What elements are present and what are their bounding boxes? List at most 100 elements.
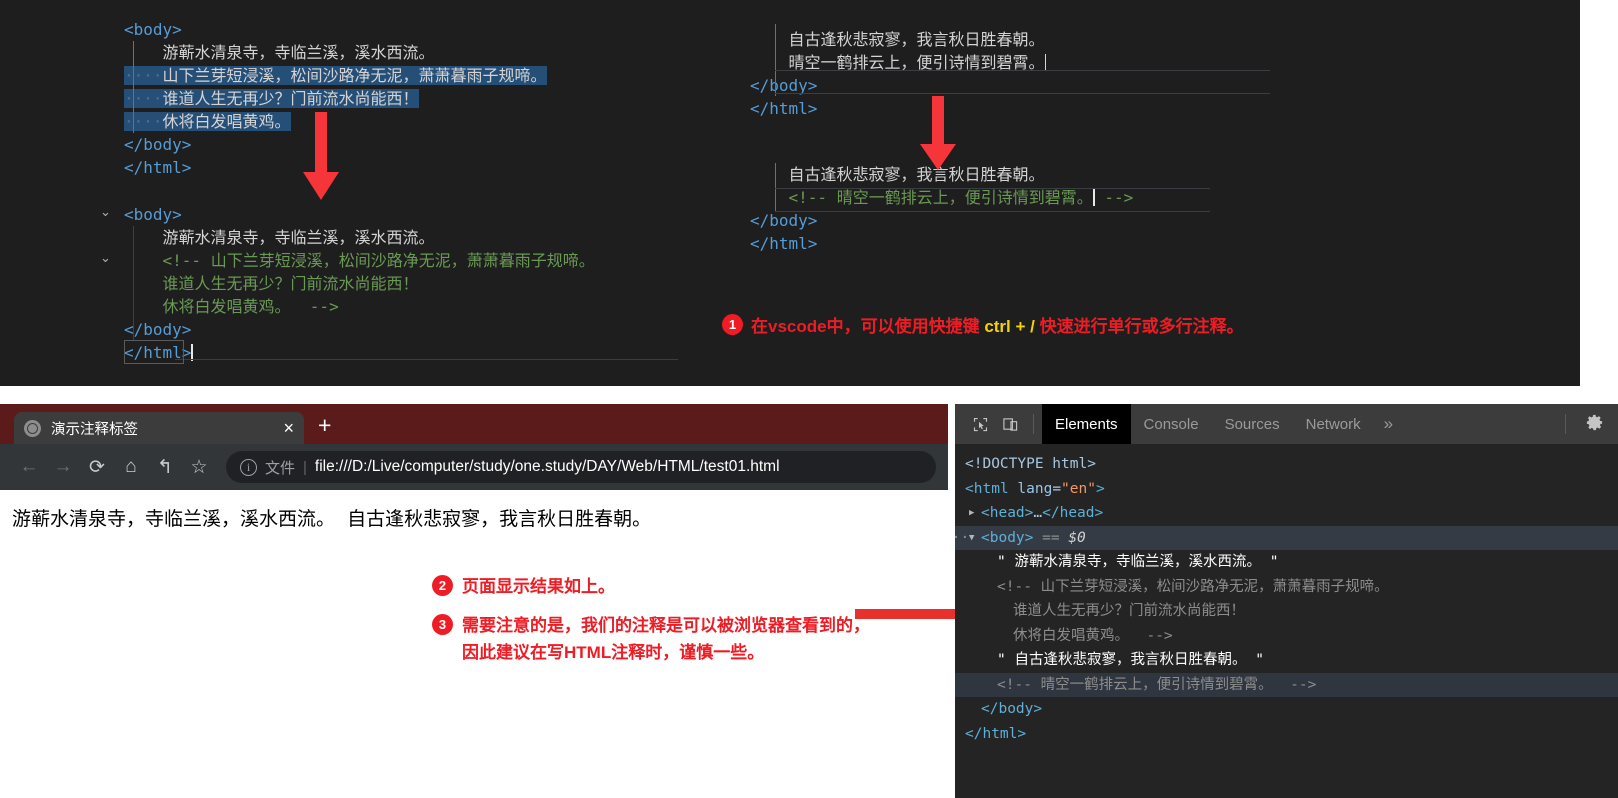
dom-token: </html> (965, 725, 1027, 742)
dom-tree-node[interactable]: ···▼ <body> == $0 (955, 525, 1618, 551)
tab-elements[interactable]: Elements (1042, 404, 1131, 444)
indent-guide (133, 226, 134, 341)
dom-tree-node[interactable]: ▶ <head>…</head> (955, 501, 1618, 526)
toolbar-divider (1033, 414, 1034, 434)
editor-rule (775, 93, 1270, 94)
gear-icon[interactable] (1585, 413, 1604, 437)
dom-token: <html (965, 480, 1018, 497)
editor-block-commented-left[interactable]: <body> 游蕲水清泉寺，寺临兰溪，溪水西流。 <!-- 山下兰芽短浸溪，松间… (124, 203, 595, 364)
annotation-note-3-line2: 因此建议在写HTML注释时，谨慎一些。 (462, 643, 765, 662)
dom-token: " 自古逢秋悲寂寥，我言秋日胜春朝。 " (997, 652, 1264, 668)
collapsed-triangle-icon[interactable]: ▶ (969, 501, 974, 526)
tab-console[interactable]: Console (1131, 404, 1212, 444)
code-editor-panel: <body> 游蕲水清泉寺，寺临兰溪，溪水西流。 ····山下兰芽短浸溪，松间沙路… (0, 0, 1580, 386)
device-toolbar-icon[interactable] (995, 410, 1025, 438)
forward-arrow-icon[interactable]: → (46, 450, 80, 484)
annotation-note-2-text: 页面显示结果如上。 (462, 577, 615, 596)
back-arrow-icon[interactable]: ← (12, 450, 46, 484)
fold-chevron-icon[interactable]: ⌄ (100, 205, 111, 220)
address-bar-scheme-label: 文件 (265, 459, 296, 477)
new-tab-button[interactable]: + (318, 414, 331, 437)
info-circle-icon[interactable]: i (240, 458, 257, 476)
dom-token: lang (1017, 480, 1053, 497)
dom-tree-node[interactable]: </html> (955, 722, 1618, 747)
editor-block-uncommented-right[interactable]: 自古逢秋悲寂寥，我言秋日胜春朝。 晴空一鹤排云上，便引诗情到碧霄。 </body>… (750, 28, 1046, 120)
more-tabs-icon[interactable]: » (1374, 414, 1403, 434)
bookmark-star-icon[interactable]: ☆ (182, 450, 216, 484)
code-line[interactable]: ····谁道人生无再少？门前流水尚能西！ (124, 87, 547, 110)
browser-tab[interactable]: 演示注释标签 × (14, 412, 304, 444)
text-caret (1044, 54, 1046, 71)
dom-tree-node[interactable]: " 游蕲水清泉寺，寺临兰溪，溪水西流。 " (955, 550, 1618, 575)
code-token: 自古逢秋悲寂寥，我言秋日胜春朝。 (750, 165, 1045, 184)
favicon-globe-icon (24, 419, 41, 437)
code-line[interactable]: <!-- 晴空一鹤排云上，便引诗情到碧霄。 --> (750, 186, 1134, 209)
annotation-note-3-line1: 需要注意的是，我们的注释是可以被浏览器查看到的， (462, 616, 870, 635)
home-icon[interactable]: ⌂ (114, 450, 148, 484)
devtools-panel: Elements Console Sources Network » <!DOC… (955, 404, 1618, 798)
dom-tree-node[interactable]: 休将白发唱黄鸡。 --> (955, 624, 1618, 649)
code-token: 自古逢秋悲寂寥，我言秋日胜春朝。 (750, 30, 1045, 49)
inspect-element-icon[interactable] (965, 410, 995, 438)
dom-tree-node[interactable]: <!-- 晴空一鹤排云上，便引诗情到碧霄。 --> (955, 672, 1618, 697)
annotation-note-1-text: 在vscode中，可以使用快捷键 ctrl + / 快速进行单行或多行注释。 (751, 312, 1244, 337)
code-token: </html> (750, 99, 818, 118)
dom-tree-node[interactable]: <!DOCTYPE html> (955, 452, 1618, 477)
code-line[interactable]: ····山下兰芽短浸溪，松间沙路净无泥，萧萧暮雨子规啼。 (124, 64, 547, 87)
code-line[interactable]: </body> (750, 209, 1133, 232)
dom-token: " 游蕲水清泉寺，寺临兰溪，溪水西流。 " (997, 554, 1279, 570)
annotation-note-1-post: 快速进行单行或多行注释。 (1034, 317, 1244, 336)
dom-token: == (1033, 529, 1069, 546)
dom-tree-node[interactable]: " 自古逢秋悲寂寥，我言秋日胜春朝。 " (955, 648, 1618, 673)
dom-tree[interactable]: <!DOCTYPE html> <html lang="en"> ▶ <head>…<… (955, 444, 1618, 746)
expanded-triangle-icon[interactable]: ▼ (969, 526, 974, 551)
red-arrow-down-icon (303, 112, 339, 200)
code-line[interactable]: 游蕲水清泉寺，寺临兰溪，溪水西流。 (124, 41, 547, 64)
address-bar[interactable]: i 文件 | file:///D:/Live/computer/study/on… (226, 451, 936, 483)
editor-rule (175, 359, 678, 360)
dom-tree-node[interactable]: <!-- 山下兰芽短浸溪，松间沙路净无泥，萧萧暮雨子规啼。 (955, 575, 1618, 600)
editor-rule (775, 70, 1270, 71)
code-line[interactable]: 自古逢秋悲寂寥，我言秋日胜春朝。 (750, 28, 1046, 51)
code-line[interactable]: <body> (124, 18, 547, 41)
dom-tree-node[interactable]: <html lang="en"> (955, 477, 1618, 502)
code-line[interactable]: </html> (750, 97, 1046, 120)
dom-token: = (1052, 480, 1062, 497)
editor-block-commented-right[interactable]: 自古逢秋悲寂寥，我言秋日胜春朝。 <!-- 晴空一鹤排云上，便引诗情到碧霄。 -… (750, 163, 1133, 255)
annotation-note-2: 2 页面显示结果如上。 (432, 573, 936, 600)
indent-guide (775, 24, 776, 96)
tab-sources[interactable]: Sources (1212, 404, 1293, 444)
code-line[interactable]: </body> (124, 318, 595, 341)
code-line[interactable]: 谁道人生无再少？门前流水尚能西！ (124, 272, 595, 295)
close-icon[interactable]: × (283, 419, 294, 437)
tab-network[interactable]: Network (1293, 404, 1374, 444)
inspect-cursor-icon (973, 417, 987, 431)
annotation-note-3-text: 需要注意的是，我们的注释是可以被浏览器查看到的， 因此建议在写HTML注释时，谨… (462, 612, 870, 666)
dom-token: $0 (1068, 529, 1086, 546)
code-line[interactable]: 休将白发唱黄鸡。 --> (124, 295, 595, 318)
code-token: <!-- 晴空一鹤排云上，便引诗情到碧霄。 (750, 188, 1093, 207)
code-line[interactable]: <!-- 山下兰芽短浸溪，松间沙路净无泥，萧萧暮雨子规啼。 (124, 249, 595, 272)
reload-icon[interactable]: ⟳ (80, 450, 114, 484)
editor-rule (775, 211, 1210, 212)
code-line[interactable]: </html> (124, 341, 595, 364)
code-line[interactable]: <body> (124, 203, 595, 226)
code-token: <!-- 山下兰芽短浸溪，松间沙路净无泥，萧萧暮雨子规啼。 (124, 251, 595, 270)
code-line[interactable]: 游蕲水清泉寺，寺临兰溪，溪水西流。 (124, 226, 595, 249)
dom-tree-node[interactable]: </body> (955, 697, 1618, 722)
annotation-badge-2: 2 (432, 575, 453, 596)
indent-guide (775, 163, 776, 211)
code-token: ···· (124, 66, 163, 85)
rendered-page-viewport: 游蕲水清泉寺，寺临兰溪，溪水西流。 自古逢秋悲寂寥，我言秋日胜春朝。 2 页面显… (0, 490, 948, 666)
dom-token: <!DOCTYPE html> (965, 456, 1096, 472)
fold-chevron-icon[interactable]: ⌄ (100, 251, 111, 266)
undo-icon[interactable]: ↰ (148, 450, 182, 484)
code-token: 休将白发唱黄鸡。 --> (124, 297, 339, 316)
annotation-note-1: 1 在vscode中，可以使用快捷键 ctrl + / 快速进行单行或多行注释。 (722, 312, 1244, 337)
dom-tree-node[interactable]: 谁道人生无再少？门前流水尚能西！ (955, 599, 1618, 624)
code-line[interactable]: </html> (750, 232, 1133, 255)
code-token: ···· (124, 89, 163, 108)
code-token: </body> (124, 320, 192, 339)
dom-token: <body> (981, 529, 1034, 546)
rendered-page-text: 游蕲水清泉寺，寺临兰溪，溪水西流。 自古逢秋悲寂寥，我言秋日胜春朝。 (12, 508, 652, 530)
